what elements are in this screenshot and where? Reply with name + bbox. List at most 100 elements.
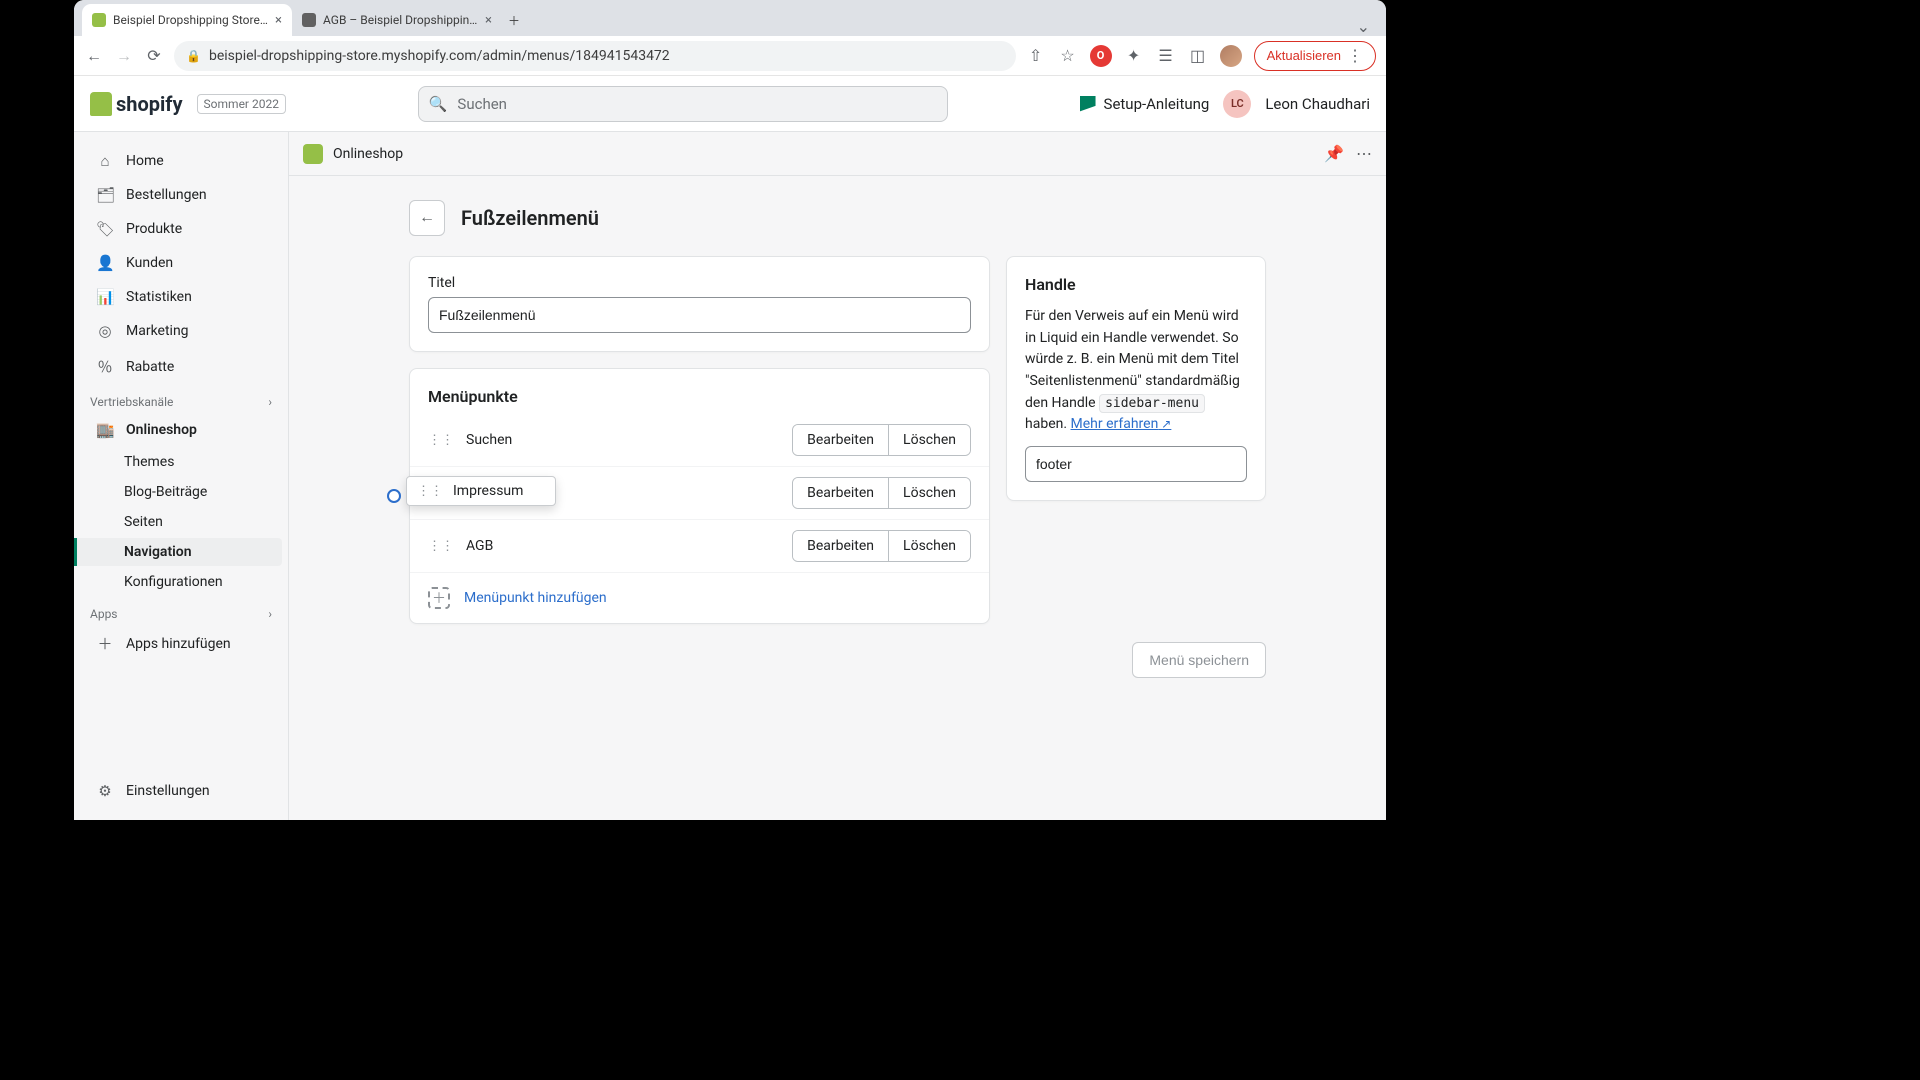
menu-item-name: AGB	[466, 538, 780, 554]
forward-icon[interactable]: →	[114, 46, 134, 66]
sidebar-sub-navigation[interactable]: Navigation	[74, 538, 282, 566]
delete-button[interactable]: Löschen	[888, 425, 970, 455]
edit-button[interactable]: Bearbeiten	[793, 425, 888, 455]
more-icon[interactable]: ⋯	[1356, 144, 1372, 163]
bookmark-icon[interactable]: ☆	[1058, 46, 1078, 65]
sidebar-item-orders[interactable]: 🗂 Bestellungen	[80, 179, 282, 211]
sidebar-item-label: Marketing	[126, 323, 189, 339]
handle-card: Handle Für den Verweis auf ein Menü wird…	[1006, 256, 1266, 501]
home-icon: ⌂	[96, 152, 114, 170]
sidebar-item-discounts[interactable]: ％ Rabatte	[80, 349, 282, 384]
sidebar-section-label: Apps	[90, 607, 118, 621]
sidebar-item-add-apps[interactable]: ＋Apps hinzufügen	[80, 626, 282, 661]
title-input[interactable]	[428, 297, 971, 333]
title-field-label: Titel	[428, 275, 971, 291]
tab-title: Beispiel Dropshipping Store · F	[113, 13, 268, 27]
store-icon: 🏬	[96, 421, 114, 439]
add-menu-item-label: Menüpunkt hinzufügen	[464, 590, 607, 606]
sidebar-section-apps: Apps ›	[74, 597, 288, 625]
close-icon[interactable]: ×	[485, 13, 492, 28]
user-avatar[interactable]: LC	[1223, 90, 1251, 118]
flag-icon	[1080, 96, 1096, 112]
menu-items-card: Menüpunkte ⋮⋮ Suchen Bearbeiten Löschen	[409, 368, 990, 624]
update-button[interactable]: Aktualisieren ⋮	[1254, 41, 1376, 71]
add-menu-item-button[interactable]: ＋ Menüpunkt hinzufügen	[410, 572, 989, 623]
gear-icon: ⚙	[96, 782, 114, 800]
save-menu-button[interactable]: Menü speichern	[1132, 642, 1266, 678]
browser-tab-bar: Beispiel Dropshipping Store · F × AGB – …	[74, 0, 1386, 36]
dragging-item[interactable]: ⋮⋮ Impressum	[406, 476, 556, 506]
menu-item-row: ⋮⋮ AGB Bearbeiten Löschen	[410, 519, 989, 572]
drag-handle-icon[interactable]: ⋮⋮	[428, 539, 454, 554]
sidebar-section-channels: Vertriebskanäle ›	[74, 385, 288, 413]
sidebar-sub-pages[interactable]: Seiten	[80, 508, 282, 536]
percent-icon: ％	[96, 356, 114, 377]
sidebar-item-customers[interactable]: 👤 Kunden	[80, 247, 282, 279]
close-icon[interactable]: ×	[275, 13, 282, 28]
app-topbar: shopify Sommer 2022 🔍 Suchen Setup-Anlei…	[74, 76, 1386, 132]
sidebar-item-label: Onlineshop	[126, 422, 197, 438]
search-icon: 🔍	[429, 95, 448, 113]
extensions-icon[interactable]: ✦	[1124, 46, 1144, 65]
shopify-logo-icon	[90, 92, 112, 116]
edit-button[interactable]: Bearbeiten	[793, 531, 888, 561]
shopify-logo[interactable]: shopify	[90, 92, 183, 116]
sidebar-sub-preferences[interactable]: Konfigurationen	[80, 568, 282, 596]
sidebar-item-label: Statistiken	[126, 289, 192, 305]
lock-icon: 🔒	[186, 49, 201, 63]
address-bar[interactable]: 🔒 beispiel-dropshipping-store.myshopify.…	[174, 41, 1016, 71]
chevron-right-icon[interactable]: ›	[268, 607, 272, 621]
setup-guide-link[interactable]: Setup-Anleitung	[1080, 95, 1210, 113]
sidebar-item-home[interactable]: ⌂Home	[80, 145, 282, 177]
sidepanel-icon[interactable]: ◫	[1188, 46, 1208, 65]
browser-tab-1[interactable]: Beispiel Dropshipping Store · F ×	[82, 4, 292, 36]
pin-icon[interactable]: 📌	[1324, 144, 1344, 163]
menu-items-heading: Menüpunkte	[410, 369, 989, 414]
row-actions: Bearbeiten Löschen	[792, 530, 971, 562]
extension-icon[interactable]: O	[1090, 45, 1112, 67]
sidebar-sub-blog[interactable]: Blog-Beiträge	[80, 478, 282, 506]
profile-avatar[interactable]	[1220, 45, 1242, 67]
user-name[interactable]: Leon Chaudhari	[1265, 95, 1370, 113]
sidebar-item-marketing[interactable]: ◎ Marketing	[80, 315, 282, 347]
orders-icon: 🗂	[96, 186, 114, 204]
search-input[interactable]: 🔍 Suchen	[418, 86, 948, 122]
user-icon: 👤	[96, 254, 114, 272]
share-icon[interactable]: ⇧	[1026, 46, 1046, 65]
title-card: Titel	[409, 256, 990, 352]
sidebar-item-label: Rabatte	[126, 359, 174, 375]
tab-favicon	[302, 13, 316, 27]
sidebar-section-label: Vertriebskanäle	[90, 395, 173, 409]
reading-list-icon[interactable]: ☰	[1156, 46, 1176, 65]
update-button-label: Aktualisieren	[1267, 48, 1341, 63]
back-button[interactable]: ←	[409, 200, 445, 236]
sidebar-item-label: Apps hinzufügen	[126, 636, 231, 652]
delete-button[interactable]: Löschen	[888, 478, 970, 508]
learn-more-link[interactable]: Mehr erfahren	[1071, 416, 1172, 432]
sidebar-item-label: Kunden	[126, 255, 173, 271]
sidebar-item-products[interactable]: 🏷Produkte	[80, 213, 282, 245]
drag-handle-icon[interactable]: ⋮⋮	[428, 433, 454, 448]
dragging-item-label: Impressum	[453, 483, 523, 499]
handle-card-title: Handle	[1025, 275, 1247, 294]
back-icon[interactable]: ←	[84, 46, 104, 66]
sidebar-item-label: Einstellungen	[126, 783, 210, 799]
search-placeholder: Suchen	[457, 95, 507, 113]
browser-toolbar: ← → ⟳ 🔒 beispiel-dropshipping-store.mysh…	[74, 36, 1386, 76]
sidebar-item-label: Bestellungen	[126, 187, 207, 203]
edit-button[interactable]: Bearbeiten	[793, 478, 888, 508]
browser-tab-2[interactable]: AGB – Beispiel Dropshipping S ×	[292, 4, 502, 36]
target-icon: ◎	[96, 322, 114, 340]
url-text: beispiel-dropshipping-store.myshopify.co…	[209, 48, 670, 64]
new-tab-button[interactable]: ＋	[502, 4, 526, 36]
tab-title: AGB – Beispiel Dropshipping S	[323, 13, 478, 27]
chevron-right-icon[interactable]: ›	[268, 395, 272, 409]
reload-icon[interactable]: ⟳	[144, 46, 164, 65]
sidebar-item-settings[interactable]: ⚙ Einstellungen	[80, 775, 282, 807]
sidebar-item-analytics[interactable]: 📊Statistiken	[80, 281, 282, 313]
tabs-overflow-button[interactable]: ⌄	[1349, 17, 1378, 36]
delete-button[interactable]: Löschen	[888, 531, 970, 561]
sidebar-item-onlinestore[interactable]: 🏬 Onlineshop	[80, 414, 282, 446]
handle-input[interactable]	[1025, 446, 1247, 482]
sidebar-sub-themes[interactable]: Themes	[80, 448, 282, 476]
